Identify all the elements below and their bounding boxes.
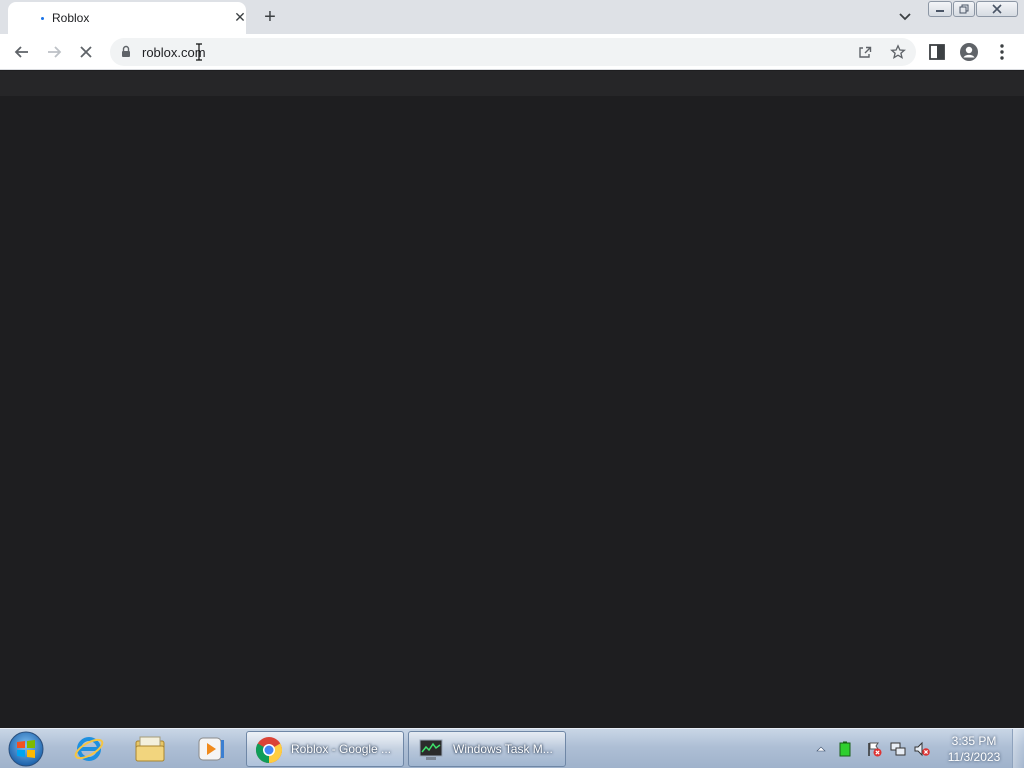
chrome-icon: [255, 737, 283, 764]
task-manager-icon: [419, 739, 443, 760]
tab-search-icon[interactable]: [896, 8, 914, 26]
taskbar-chrome-label: Roblox - Google ...: [291, 742, 392, 756]
profile-avatar-icon[interactable]: [959, 42, 979, 62]
action-center-icon[interactable]: [866, 741, 882, 757]
new-tab-button[interactable]: +: [259, 6, 281, 28]
show-desktop-button[interactable]: [1012, 729, 1024, 768]
back-icon[interactable]: [11, 41, 33, 63]
clock-date: 11/3/2023: [947, 750, 1001, 764]
file-explorer-icon[interactable]: [133, 732, 167, 766]
tab-strip: Roblox ✕ +: [0, 0, 1024, 34]
show-hidden-icons-icon[interactable]: [813, 741, 829, 757]
page-content: [0, 71, 1024, 728]
text-cursor-icon: [196, 43, 202, 61]
minimize-button[interactable]: [928, 1, 952, 17]
share-icon[interactable]: [857, 44, 873, 60]
taskbar-task-manager-label: Windows Task M...: [453, 742, 553, 756]
taskbar-task-manager-window[interactable]: Windows Task M...: [408, 731, 566, 767]
windows-taskbar: Roblox - Google ... Windows Task M... 3:…: [0, 728, 1024, 768]
lock-icon[interactable]: [121, 45, 131, 58]
menu-kebab-icon[interactable]: [992, 42, 1012, 62]
bookmark-star-icon[interactable]: [890, 44, 906, 60]
side-panel-icon[interactable]: [927, 42, 947, 62]
battery-icon[interactable]: [837, 741, 853, 757]
page-header-bar: [0, 71, 1024, 96]
browser-toolbar: roblox.com: [0, 34, 1024, 70]
tab-close-icon[interactable]: ✕: [232, 9, 248, 25]
system-clock[interactable]: 3:35 PM 11/3/2023: [940, 733, 1008, 765]
volume-muted-icon[interactable]: [914, 741, 930, 757]
start-button-icon[interactable]: [6, 730, 46, 768]
address-bar[interactable]: roblox.com: [110, 38, 916, 66]
close-window-button[interactable]: [976, 1, 1018, 17]
internet-explorer-icon[interactable]: [72, 732, 106, 766]
media-player-icon[interactable]: [194, 732, 228, 766]
network-icon[interactable]: [890, 741, 906, 757]
stop-loading-icon[interactable]: [75, 41, 97, 63]
taskbar-chrome-window[interactable]: Roblox - Google ...: [246, 731, 404, 767]
tab-title: Roblox: [52, 11, 90, 25]
tab-loading-icon: [41, 17, 44, 20]
forward-icon[interactable]: [43, 41, 65, 63]
restore-button[interactable]: [953, 1, 975, 17]
clock-time: 3:35 PM: [951, 734, 997, 748]
tab-roblox[interactable]: Roblox ✕: [8, 2, 246, 34]
